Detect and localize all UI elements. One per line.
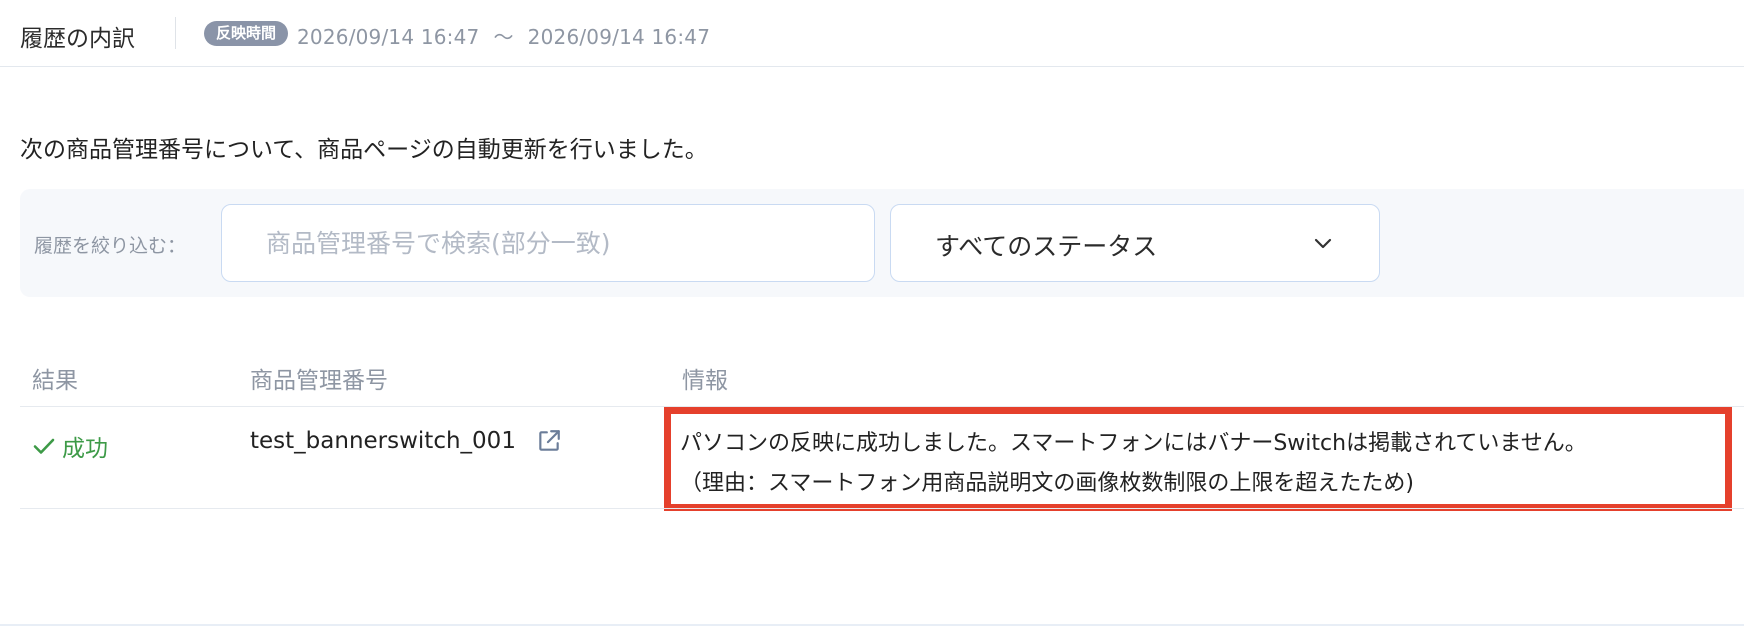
reflection-time-badge: 反映時間 bbox=[204, 21, 289, 46]
time-end: 2026/09/14 16:47 bbox=[527, 25, 711, 49]
description-text: 次の商品管理番号について、商品ページの自動更新を行いました。 bbox=[20, 137, 708, 163]
product-id-cell: test_bannerswitch_001 bbox=[250, 428, 562, 454]
column-header-result: 結果 bbox=[32, 368, 78, 394]
highlight-box bbox=[664, 407, 1732, 511]
time-separator: 〜 bbox=[493, 25, 514, 49]
history-detail-panel: 履歴の内訳 反映時間 2026/09/14 16:47 〜 2026/09/14 1… bbox=[0, 0, 1744, 628]
status-select[interactable]: すべてのステータス bbox=[890, 204, 1380, 282]
column-header-info: 情報 bbox=[682, 368, 728, 394]
chevron-down-icon bbox=[1314, 238, 1332, 249]
column-header-product-id: 商品管理番号 bbox=[250, 368, 388, 394]
panel-header: 履歴の内訳 反映時間 2026/09/14 16:47 〜 2026/09/14 1… bbox=[0, 0, 1744, 67]
time-range: 2026/09/14 16:47 〜 2026/09/14 16:47 bbox=[297, 21, 710, 50]
header-divider bbox=[175, 17, 176, 49]
search-input[interactable] bbox=[221, 204, 875, 282]
page-title: 履歴の内訳 bbox=[20, 26, 135, 52]
time-start: 2026/09/14 16:47 bbox=[297, 25, 480, 49]
row-divider-line bbox=[20, 508, 1744, 509]
bottom-divider bbox=[0, 624, 1744, 626]
status-select-value: すべてのステータス bbox=[935, 232, 1158, 261]
result-cell: 成功 bbox=[32, 429, 108, 463]
check-icon bbox=[33, 438, 55, 454]
result-status: 成功 bbox=[62, 436, 108, 462]
product-id: test_bannerswitch_001 bbox=[250, 428, 516, 454]
filter-bar: 履歴を絞り込む： すべてのステータス bbox=[20, 189, 1744, 297]
external-link-icon[interactable] bbox=[536, 428, 562, 454]
filter-label: 履歴を絞り込む： bbox=[34, 235, 187, 257]
